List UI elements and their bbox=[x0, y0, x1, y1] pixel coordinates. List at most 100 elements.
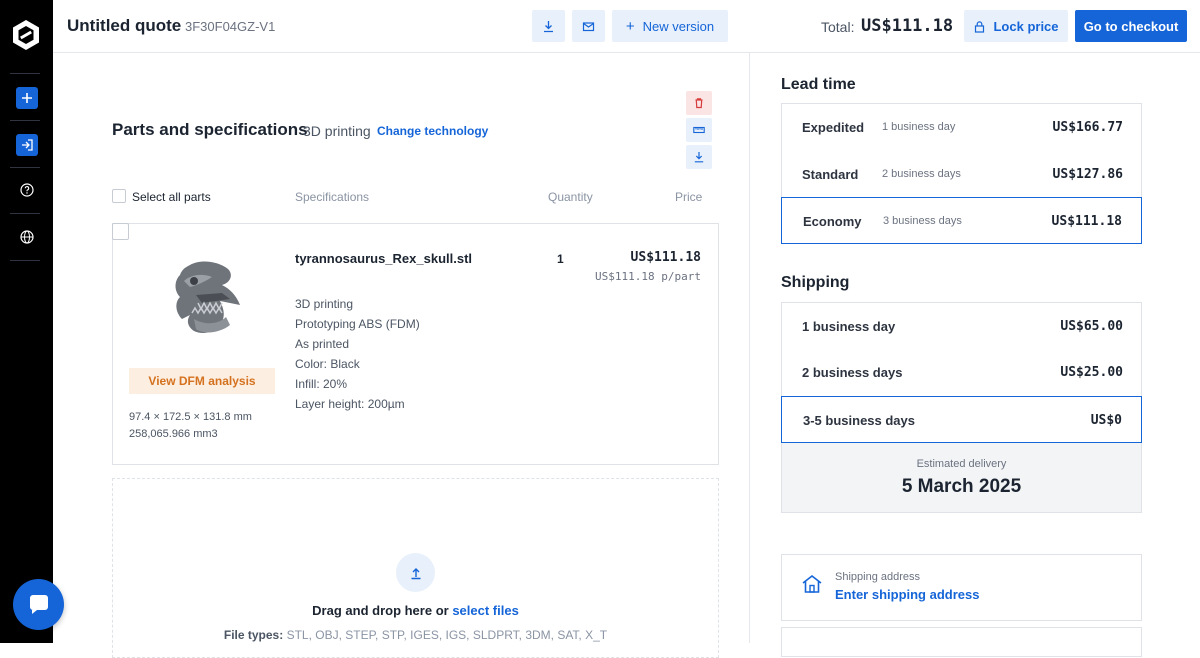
part-unit-price: US$111.18 p/part bbox=[595, 270, 701, 283]
quote-id: 3F30F04GZ-V1 bbox=[185, 19, 276, 34]
shipping-name: 1 business day bbox=[802, 319, 896, 334]
part-checkbox[interactable] bbox=[112, 223, 129, 240]
chat-icon bbox=[29, 594, 48, 614]
lead-time-days: 3 business days bbox=[883, 215, 962, 227]
mail-icon bbox=[582, 21, 595, 31]
part-file-name[interactable]: tyrannosaurus_Rex_skull.stl bbox=[295, 251, 472, 266]
technology-label: 3D printing bbox=[303, 123, 371, 139]
file-types-list: STL, OBJ, STEP, STP, IGES, IGS, SLDPRT, … bbox=[286, 628, 608, 642]
column-specifications: Specifications bbox=[295, 190, 370, 204]
rail-divider bbox=[10, 260, 40, 261]
lock-price-button[interactable]: Lock price bbox=[964, 10, 1068, 42]
download-icon bbox=[544, 20, 553, 32]
parts-section-title: Parts and specifications bbox=[112, 120, 308, 139]
view-dfm-analysis-button[interactable]: View DFM analysis bbox=[129, 368, 275, 394]
estimated-delivery-date: 5 March 2025 bbox=[901, 476, 1022, 497]
rail-divider bbox=[10, 213, 40, 214]
lead-time-name: Standard bbox=[802, 167, 859, 182]
home-icon bbox=[802, 574, 822, 593]
login-icon bbox=[22, 139, 33, 151]
shipping-price: US$25.00 bbox=[1060, 365, 1123, 380]
total-label: Total: bbox=[821, 19, 855, 35]
login-button[interactable] bbox=[16, 134, 38, 156]
shipping-title: Shipping bbox=[781, 274, 850, 291]
shipping-name: 3-5 business days bbox=[803, 413, 915, 428]
logo-icon[interactable] bbox=[9, 18, 43, 52]
shipping-price: US$0 bbox=[1090, 413, 1122, 428]
new-quote-button[interactable] bbox=[16, 87, 38, 109]
part-actions bbox=[686, 91, 712, 172]
spec-infill: Infill: 20% bbox=[295, 377, 348, 391]
part-quantity[interactable]: 1 bbox=[557, 252, 564, 266]
help-icon[interactable] bbox=[19, 182, 35, 198]
spec-material: Prototyping ABS (FDM) bbox=[295, 317, 420, 331]
trash-icon bbox=[695, 98, 703, 109]
spec-layer-height: Layer height: 200µm bbox=[295, 397, 405, 411]
download-quote-button[interactable] bbox=[532, 10, 565, 42]
new-version-label: New version bbox=[642, 18, 715, 34]
column-quantity: Quantity bbox=[548, 190, 593, 204]
checkout-button[interactable]: Go to checkout bbox=[1075, 10, 1187, 42]
lead-time-price: US$166.77 bbox=[1052, 120, 1123, 135]
shipping-option-3-5-days[interactable]: 3-5 business days US$0 bbox=[781, 396, 1142, 443]
shipping-price: US$65.00 bbox=[1060, 319, 1123, 334]
spec-technology: 3D printing bbox=[295, 297, 354, 311]
lead-time-price: US$127.86 bbox=[1052, 167, 1123, 182]
delete-part-button[interactable] bbox=[686, 91, 712, 115]
upload-icon bbox=[411, 567, 420, 579]
change-technology-link[interactable]: Change technology bbox=[377, 124, 488, 138]
part-volume: 258,065.966 mm3 bbox=[129, 428, 218, 440]
left-rail bbox=[0, 0, 53, 643]
part-specs[interactable]: 3D printing Prototyping ABS (FDM) As pri… bbox=[295, 294, 420, 414]
file-types: File types: STL, OBJ, STEP, STP, IGES, I… bbox=[112, 628, 719, 642]
rail-divider bbox=[10, 73, 40, 74]
part-price: US$111.18 bbox=[630, 250, 701, 265]
download-part-button[interactable] bbox=[686, 145, 712, 169]
lead-time-days: 2 business days bbox=[882, 168, 961, 180]
next-card bbox=[781, 627, 1142, 657]
part-dimensions: 97.4 × 172.5 × 131.8 mm 258,065.966 mm3 bbox=[129, 409, 252, 443]
lead-time-name: Economy bbox=[803, 214, 862, 229]
lead-time-name: Expedited bbox=[802, 120, 865, 135]
dropzone-text: Drag and drop here or select files bbox=[112, 603, 719, 618]
download-icon bbox=[694, 152, 704, 163]
part-size: 97.4 × 172.5 × 131.8 mm bbox=[129, 411, 252, 423]
rail-divider bbox=[10, 120, 40, 121]
upload-button[interactable] bbox=[396, 553, 435, 592]
shipping-address-label: Shipping address bbox=[835, 571, 921, 583]
page-title: Untitled quote bbox=[67, 16, 182, 35]
shipping-option-1-day[interactable]: 1 business day US$65.00 bbox=[781, 303, 1142, 350]
lock-price-label: Lock price bbox=[993, 18, 1059, 34]
plus-icon: + bbox=[625, 17, 635, 35]
chat-button[interactable] bbox=[13, 579, 64, 630]
lead-time-option-standard[interactable]: Standard 2 business days US$127.86 bbox=[781, 151, 1142, 198]
lead-time-days: 1 business day bbox=[882, 121, 956, 133]
spec-color: Color: Black bbox=[295, 357, 360, 371]
top-header: Untitled quote 3F30F04GZ-V1 + New versio… bbox=[53, 0, 1200, 53]
plus-icon bbox=[22, 93, 32, 103]
column-price: Price bbox=[675, 190, 703, 204]
lead-time-option-economy[interactable]: Economy 3 business days US$111.18 bbox=[781, 197, 1142, 244]
measure-part-button[interactable] bbox=[686, 118, 712, 142]
file-types-label: File types: bbox=[223, 628, 284, 642]
estimated-delivery: Estimated delivery 5 March 2025 bbox=[782, 443, 1141, 512]
select-all-label: Select all parts bbox=[132, 190, 211, 204]
dropzone-prompt: Drag and drop here or bbox=[312, 603, 453, 618]
ruler-icon bbox=[693, 126, 705, 134]
shipping-name: 2 business days bbox=[802, 365, 903, 380]
part-thumbnail[interactable] bbox=[160, 255, 248, 341]
spec-finish: As printed bbox=[295, 337, 350, 351]
lead-time-title: Lead time bbox=[781, 76, 856, 93]
select-all-checkbox[interactable] bbox=[112, 189, 126, 203]
lead-time-price: US$111.18 bbox=[1051, 214, 1122, 229]
enter-shipping-address-link[interactable]: Enter shipping address bbox=[835, 587, 979, 602]
lock-icon bbox=[975, 20, 985, 33]
email-quote-button[interactable] bbox=[572, 10, 605, 42]
globe-icon[interactable] bbox=[19, 229, 35, 245]
rail-divider bbox=[10, 167, 40, 168]
new-version-button[interactable]: + New version bbox=[612, 10, 728, 42]
select-files-link[interactable]: select files bbox=[452, 603, 519, 618]
estimated-delivery-label: Estimated delivery bbox=[916, 458, 1007, 470]
shipping-option-2-days[interactable]: 2 business days US$25.00 bbox=[781, 349, 1142, 396]
lead-time-option-expedited[interactable]: Expedited 1 business day US$166.77 bbox=[781, 104, 1142, 151]
